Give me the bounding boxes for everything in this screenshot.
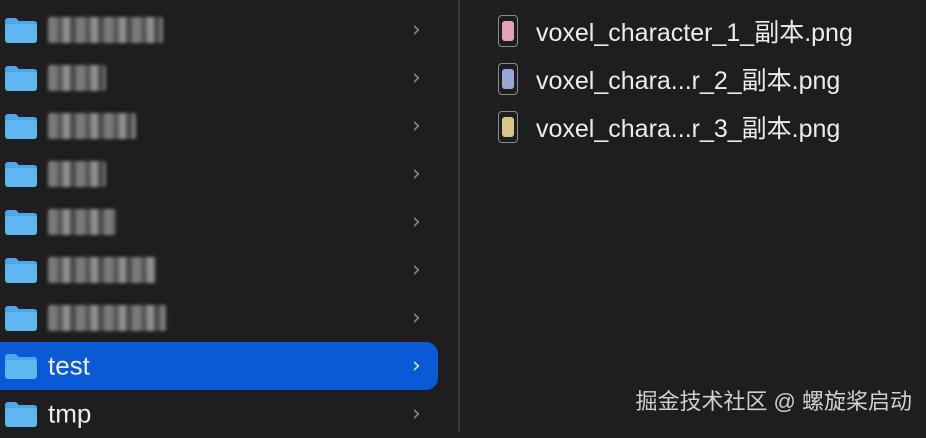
file-name: voxel_chara...r_2_副本.png (536, 67, 841, 95)
folder-icon (3, 160, 39, 188)
folder-row[interactable]: tmp › (0, 390, 438, 438)
file-item[interactable]: voxel_chara...r_3_副本.png (498, 107, 840, 147)
chevron-right-icon: › (412, 17, 421, 43)
folder-icon (3, 64, 39, 92)
folder-icon (3, 112, 39, 140)
sidebar-folder-column: ecosystem › misc › project › repo › data… (0, 0, 458, 432)
chevron-right-icon: › (412, 161, 421, 187)
chevron-right-icon: › (412, 401, 421, 427)
folder-icon (3, 352, 39, 380)
folder-icon (3, 208, 39, 236)
folder-name: test (48, 350, 90, 381)
file-item[interactable]: voxel_chara...r_2_副本.png (498, 59, 840, 99)
folder-icon (3, 400, 39, 428)
folder-row[interactable]: misc › (0, 54, 438, 102)
file-thumbnail (502, 117, 514, 137)
chevron-right-icon: › (412, 353, 421, 379)
chevron-right-icon: › (412, 65, 421, 91)
folder-icon (3, 304, 39, 332)
watermark: 掘金技术社区 @ 螺旋桨启动 (635, 389, 912, 414)
image-file-icon (498, 111, 518, 143)
folder-row[interactable]: project › (0, 102, 438, 150)
folder-name: misc (48, 65, 106, 91)
folder-name: project (48, 113, 136, 139)
chevron-right-icon: › (412, 257, 421, 283)
file-thumbnail (502, 21, 514, 41)
image-file-icon (498, 63, 518, 95)
folder-row[interactable]: ecosystem › (0, 6, 438, 54)
folder-row[interactable]: repo › (0, 150, 438, 198)
folder-icon (3, 256, 39, 284)
folder-icon (3, 16, 39, 44)
chevron-right-icon: › (412, 209, 421, 235)
folder-name: ecosystem (48, 17, 163, 43)
file-name: voxel_chara...r_3_副本.png (536, 115, 841, 143)
folder-name: software (48, 305, 166, 331)
folder-name: tmp (48, 398, 92, 429)
file-thumbnail (502, 69, 514, 89)
file-list-column: voxel_character_1_副本.png voxel_chara...r… (460, 0, 926, 432)
folder-row[interactable]: design › (0, 246, 438, 294)
folder-name: design (48, 257, 156, 283)
folder-row[interactable]: data › (0, 198, 438, 246)
folder-row[interactable]: software › (0, 294, 438, 342)
file-item[interactable]: voxel_character_1_副本.png (498, 11, 853, 51)
chevron-right-icon: › (412, 113, 421, 139)
folder-name: data (48, 209, 116, 235)
folder-row-selected[interactable]: test › (0, 342, 438, 390)
image-file-icon (498, 15, 518, 47)
chevron-right-icon: › (412, 305, 421, 331)
folder-name: repo (48, 161, 106, 187)
file-name: voxel_character_1_副本.png (536, 19, 853, 47)
